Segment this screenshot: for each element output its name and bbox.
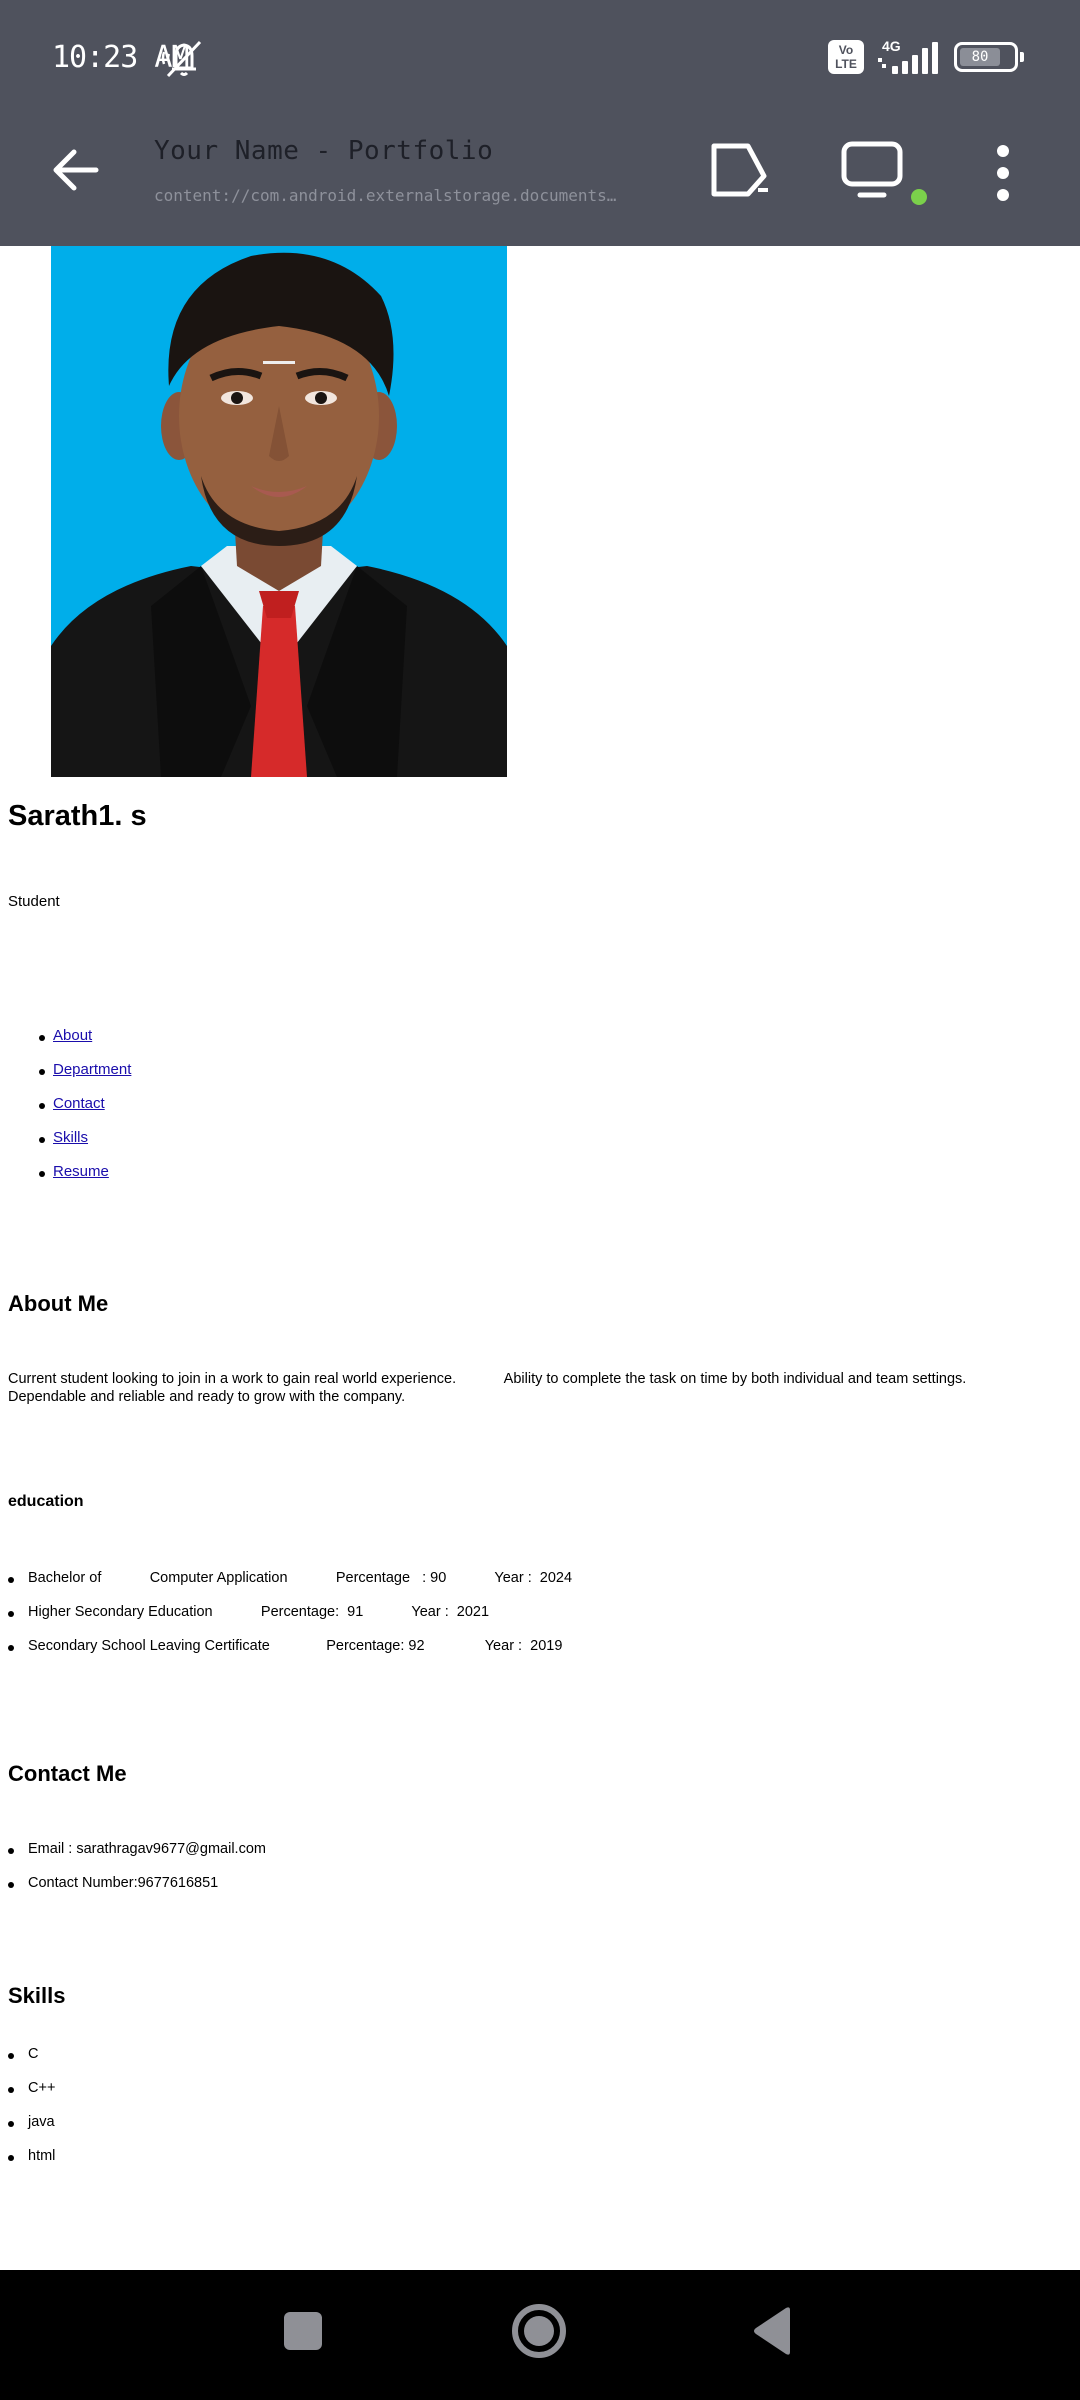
battery-level: 80 [960,48,1000,66]
list-item: html [8,2148,55,2182]
list-item: Higher Secondary Education Percentage: 9… [8,1604,572,1638]
list-item: Secondary School Leaving Certificate Per… [8,1638,572,1672]
nav-item-resume: Resume [8,1163,131,1197]
list-item: java [8,2114,55,2148]
nav-item-contact: Contact [8,1095,131,1129]
nav-link-resume[interactable]: Resume [53,1163,109,1180]
back-arrow-icon[interactable] [44,138,108,202]
status-dot [911,189,927,205]
nav-link-department[interactable]: Department [53,1061,131,1078]
screen-icon[interactable] [840,140,906,202]
more-vertical-icon[interactable] [984,142,1022,204]
list-item: C [8,2046,55,2080]
contact-list: Email : sarathragav9677@gmail.com Contac… [8,1841,266,1909]
volte-badge: Vo LTE [828,40,864,74]
nav-link-skills[interactable]: Skills [53,1129,88,1146]
list-item: Contact Number:9677616851 [8,1875,266,1909]
portfolio-nav: About Department Contact Skills Resume [8,1027,131,1197]
profile-name: Sarath1. s [8,800,147,832]
profile-role: Student [8,893,60,910]
page-url: content://com.android.externalstorage.do… [154,186,624,205]
page-title: Your Name - Portfolio [154,136,494,166]
nav-link-about[interactable]: About [53,1027,92,1044]
nav-link-contact[interactable]: Contact [53,1095,105,1112]
skills-list: C C++ java html [8,2046,55,2182]
education-heading: education [8,1493,84,1510]
contact-heading: Contact Me [8,1761,127,1786]
top-app-bar: 10:23 AM Vo LTE 4G 80 Your Name - Portfo… [0,0,1080,246]
about-heading: About Me [8,1291,109,1316]
cast-icon[interactable] [708,140,772,200]
mute-notifications-icon [161,40,202,78]
about-text: Current student looking to join in a wor… [8,1371,971,1405]
skills-heading: Skills [8,1983,66,2008]
battery-icon: 80 [954,42,1024,72]
list-item: C++ [8,2080,55,2114]
education-list: Bachelor of Computer Application Percent… [8,1570,572,1672]
signal-icon [878,42,938,74]
profile-photo [51,246,507,777]
list-item: Email : sarathragav9677@gmail.com [8,1841,266,1875]
nav-item-department: Department [8,1061,131,1095]
nav-item-about: About [8,1027,131,1061]
home-circle-icon[interactable] [510,2302,568,2360]
list-item: Bachelor of Computer Application Percent… [8,1570,572,1604]
recents-square-icon[interactable] [284,2312,322,2350]
nav-item-skills: Skills [8,1129,131,1163]
back-triangle-icon[interactable] [750,2306,794,2356]
